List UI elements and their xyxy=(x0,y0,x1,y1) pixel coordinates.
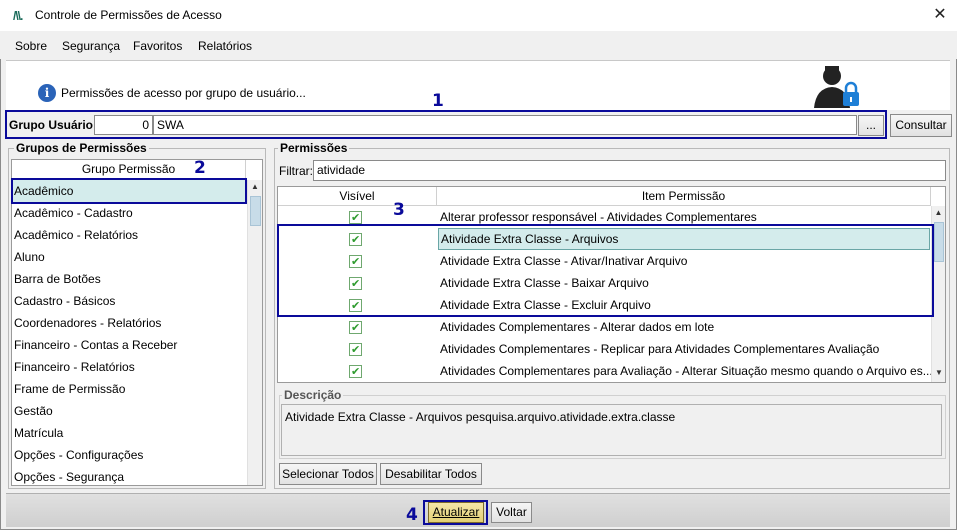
list-item[interactable]: Gestão xyxy=(12,400,245,422)
consultar-button[interactable]: Consultar xyxy=(890,114,952,137)
list-item[interactable]: Opções - Configurações xyxy=(12,444,245,466)
list-item[interactable]: Financeiro - Contas a Receber xyxy=(12,334,245,356)
grupo-usuario-code-field[interactable]: 0 xyxy=(94,115,153,135)
scroll-up-icon[interactable]: ▲ xyxy=(248,180,262,194)
grupo-usuario-name-field[interactable]: SWA xyxy=(153,115,857,135)
header-info-text: Permissões de acesso por grupo de usuári… xyxy=(61,86,306,100)
visible-checkbox[interactable] xyxy=(349,207,362,229)
close-icon[interactable]: ✕ xyxy=(928,4,952,26)
filter-label: Filtrar: xyxy=(279,164,313,178)
app-logo-icon: /\\. xyxy=(13,9,23,23)
scroll-up-icon[interactable]: ▲ xyxy=(932,206,945,220)
permission-item-text: Atividades Complementares - Replicar par… xyxy=(440,342,880,356)
item-permissao-column-header[interactable]: Item Permissão xyxy=(437,187,931,206)
atualizar-button[interactable]: Atualizar xyxy=(428,502,484,523)
menu-relatorios[interactable]: Relatórios xyxy=(198,39,252,53)
menu-sobre[interactable]: Sobre xyxy=(15,39,47,53)
list-item[interactable]: Financeiro - Relatórios xyxy=(12,356,245,378)
grupo-usuario-label: Grupo Usuário: xyxy=(9,118,98,132)
header-panel xyxy=(6,60,950,110)
descricao-text: Atividade Extra Classe - Arquivos pesqui… xyxy=(281,404,942,456)
info-icon: i xyxy=(38,84,56,102)
grupo-permissao-column-header[interactable]: Grupo Permissão xyxy=(12,160,246,179)
visible-checkbox[interactable] xyxy=(349,361,362,382)
descricao-title: Descrição xyxy=(282,388,344,402)
grupos-list-body: Acadêmico Acadêmico - Cadastro Acadêmico… xyxy=(12,180,246,485)
user-lock-icon xyxy=(814,66,859,108)
list-item[interactable]: Acadêmico - Relatórios xyxy=(12,224,245,246)
desabilitar-todos-button[interactable]: Desabilitar Todos xyxy=(380,463,482,485)
visible-checkbox[interactable] xyxy=(349,317,362,339)
list-item[interactable]: Aluno xyxy=(12,246,245,268)
annotation-2: 2 xyxy=(194,158,206,178)
list-item[interactable]: Matrícula xyxy=(12,422,245,444)
annotation-1: 1 xyxy=(432,91,444,111)
scroll-thumb[interactable] xyxy=(934,222,944,262)
list-item[interactable]: Acadêmico - Cadastro xyxy=(12,202,245,224)
permission-item-text: Atividades Complementares - Alterar dado… xyxy=(440,320,715,334)
scroll-down-icon[interactable]: ▼ xyxy=(932,366,945,380)
annotation-box-2 xyxy=(11,178,247,204)
list-item[interactable]: Barra de Botões xyxy=(12,268,245,290)
menu-seguranca[interactable]: Segurança xyxy=(62,39,120,53)
browse-button[interactable]: ... xyxy=(858,115,884,136)
window-title: Controle de Permissões de Acesso xyxy=(35,8,222,22)
list-item[interactable]: Cadastro - Básicos xyxy=(12,290,245,312)
visivel-column-header[interactable]: Visível xyxy=(278,187,437,206)
list-item[interactable]: Frame de Permissão xyxy=(12,378,245,400)
list-item[interactable]: Opções - Segurança xyxy=(12,466,245,485)
grupos-list: Grupo Permissão Acadêmico Acadêmico - Ca… xyxy=(11,159,263,486)
permissoes-title: Permissões xyxy=(278,141,350,155)
selecionar-todos-button[interactable]: Selecionar Todos xyxy=(279,463,377,485)
visible-checkbox[interactable] xyxy=(349,339,362,361)
table-row[interactable]: Atividades Complementares - Replicar par… xyxy=(278,338,931,361)
grupos-scrollbar[interactable]: ▲ xyxy=(247,180,262,485)
menu-favoritos[interactable]: Favoritos xyxy=(133,39,182,53)
scroll-thumb[interactable] xyxy=(250,196,261,226)
permission-item-text: Atividades Complementares para Avaliação… xyxy=(440,364,933,378)
annotation-box-3 xyxy=(277,224,934,317)
table-row[interactable]: Atividades Complementares para Avaliação… xyxy=(278,360,933,382)
annotation-4: 4 xyxy=(406,505,418,525)
atualizar-label: Atualizar xyxy=(432,505,480,519)
filter-input[interactable]: atividade xyxy=(313,160,946,181)
annotation-3: 3 xyxy=(393,200,405,220)
table-row[interactable]: Atividades Complementares - Alterar dado… xyxy=(278,316,931,339)
grupos-permissoes-title: Grupos de Permissões xyxy=(14,141,149,155)
list-item[interactable]: Coordenadores - Relatórios xyxy=(12,312,245,334)
voltar-button[interactable]: Voltar xyxy=(491,502,532,523)
